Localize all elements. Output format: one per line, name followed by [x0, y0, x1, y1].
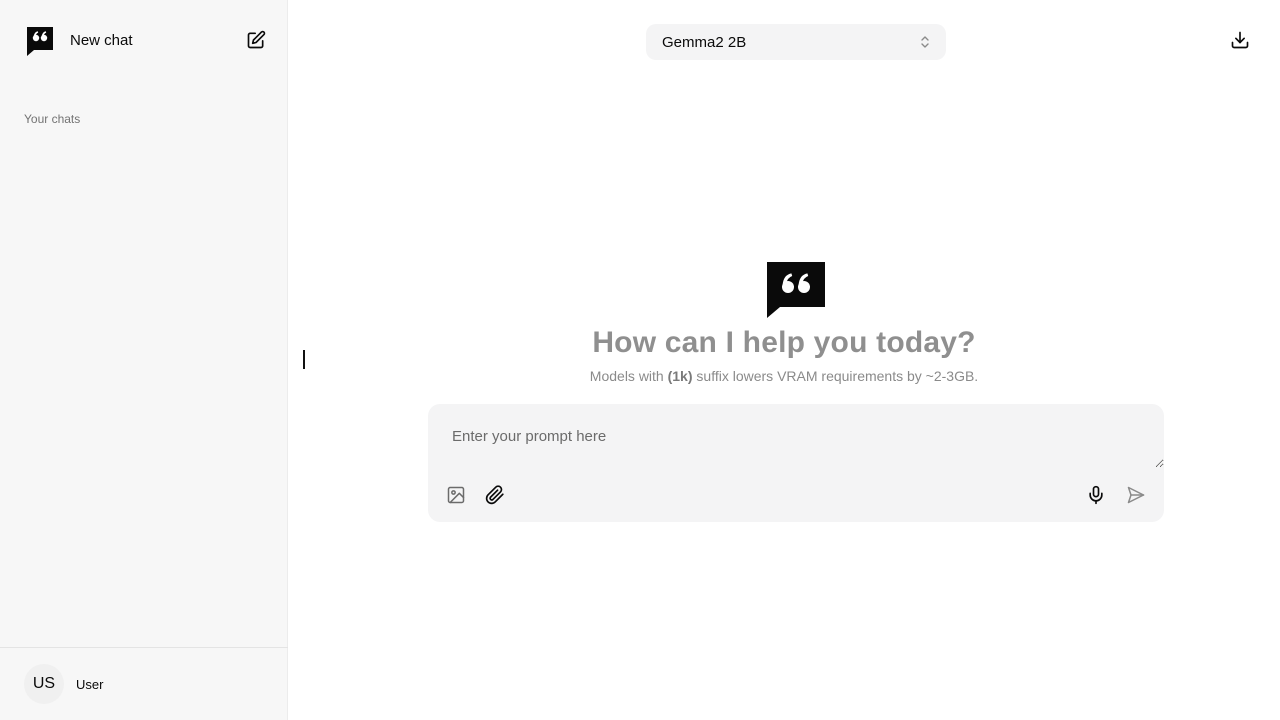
- user-profile[interactable]: US User: [0, 647, 288, 720]
- prompt-input[interactable]: [428, 404, 1164, 468]
- sidebar: New chat Your chats US User: [0, 0, 288, 720]
- model-select-value: Gemma2 2B: [662, 33, 747, 51]
- edit-icon[interactable]: [244, 28, 268, 52]
- download-button[interactable]: [1228, 28, 1252, 52]
- chat-logo-icon: [27, 27, 53, 56]
- sidebar-header: New chat: [24, 24, 268, 56]
- new-chat-link[interactable]: New chat: [24, 24, 133, 56]
- hero-subtitle-prefix: Models with: [589, 368, 668, 384]
- attach-file-button[interactable]: [483, 483, 507, 507]
- send-icon: [1127, 486, 1145, 504]
- download-icon: [1231, 31, 1249, 49]
- main-panel: Gemma2 2B How can I help you today? Mode…: [288, 0, 1280, 720]
- your-chats-heading: Your chats: [24, 112, 81, 126]
- avatar: US: [24, 664, 64, 704]
- user-name: User: [76, 676, 104, 692]
- chat-logo-icon: [767, 262, 825, 318]
- model-select[interactable]: Gemma2 2B: [646, 24, 946, 60]
- hero-subtitle-bold: (1k): [667, 368, 693, 384]
- chevron-updown-icon: [921, 36, 929, 48]
- hero-subtitle: Models with (1k) suffix lowers VRAM requ…: [288, 368, 1280, 384]
- app: New chat Your chats US User Gemma2 2B Ho…: [0, 0, 1280, 720]
- voice-input-button[interactable]: [1084, 483, 1108, 507]
- paperclip-icon: [485, 485, 504, 505]
- send-button[interactable]: [1124, 483, 1148, 507]
- image-upload-button[interactable]: [444, 483, 468, 507]
- hero-title: How can I help you today?: [592, 326, 976, 359]
- composer: [428, 404, 1164, 522]
- hero-subtitle-suffix: suffix lowers VRAM requirements by ~2-3G…: [692, 368, 979, 384]
- new-chat-label: New chat: [70, 31, 133, 49]
- microphone-icon: [1089, 485, 1103, 505]
- image-icon: [447, 486, 465, 504]
